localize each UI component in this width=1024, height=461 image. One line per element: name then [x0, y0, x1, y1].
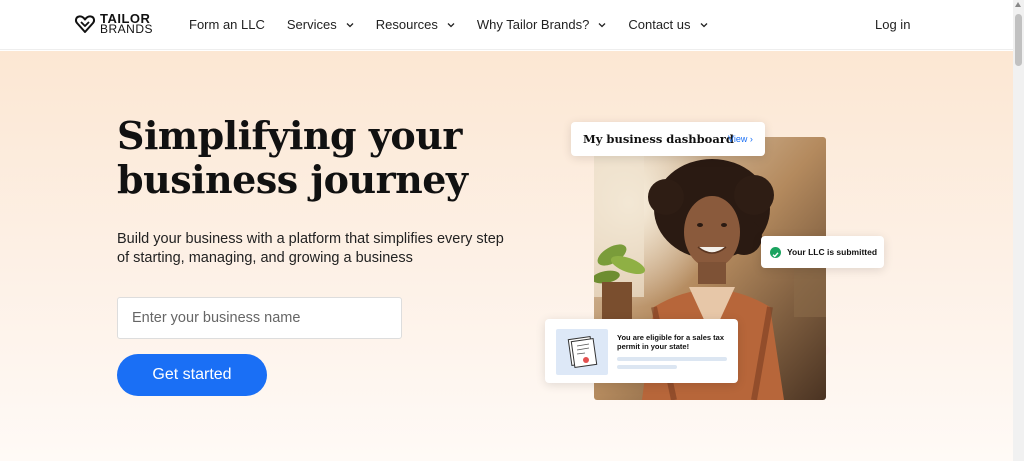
permit-text: You are eligible for a sales tax permit …	[617, 333, 724, 351]
permit-card: You are eligible for a sales tax permit …	[545, 319, 738, 383]
nav-item-label: Resources	[375, 17, 438, 32]
hero-subtitle: Build your business with a platform that…	[117, 231, 504, 266]
page-scrollbar[interactable]	[1013, 0, 1024, 461]
scrollbar-thumb[interactable]	[1015, 14, 1022, 66]
chevron-down-icon	[700, 22, 707, 27]
chevron-down-icon	[447, 22, 455, 27]
nav-item-label: Form an LLC	[189, 17, 265, 32]
hero-headline: Simplifying your business journey	[117, 113, 468, 202]
nav-item-services[interactable]: Services	[287, 17, 354, 32]
chevron-down-icon	[346, 22, 354, 27]
nav-item-label: Services	[286, 17, 337, 32]
nav-item-contact-us[interactable]: Contact us	[628, 17, 707, 32]
certificate-icon	[556, 329, 608, 375]
dashboard-title: My business dashboard	[583, 132, 734, 146]
chevron-down-icon	[598, 22, 606, 27]
dashboard-card: My business dashboard View ›	[571, 122, 765, 156]
view-link-label: View	[728, 134, 748, 144]
get-started-button[interactable]: Get started	[117, 354, 267, 396]
main-nav: Form an LLC Services Resources Why Tailo…	[189, 17, 730, 32]
nav-item-resources[interactable]: Resources	[376, 17, 455, 32]
hero-section: Simplifying your business journey Build …	[0, 51, 1013, 461]
tailor-brands-logo[interactable]: TAILOR BRANDS	[74, 12, 154, 36]
llc-status-card: Your LLC is submitted	[761, 236, 884, 268]
nav-item-form-llc[interactable]: Form an LLC	[189, 17, 265, 32]
business-name-input[interactable]	[117, 297, 402, 339]
check-circle-icon	[770, 247, 781, 258]
chevron-right-icon: ›	[749, 134, 753, 144]
logo-line-2: BRANDS	[100, 22, 154, 36]
site-header: TAILOR BRANDS Form an LLC Services Resou…	[0, 0, 1013, 50]
placeholder-line	[617, 357, 727, 361]
logo-wordmark: TAILOR BRANDS	[100, 12, 154, 36]
login-link[interactable]: Log in	[875, 17, 910, 32]
llc-status-text: Your LLC is submitted	[787, 247, 878, 257]
nav-item-why-tailor-brands[interactable]: Why Tailor Brands?	[477, 17, 606, 32]
dashboard-view-link[interactable]: View ›	[728, 134, 753, 144]
nav-item-label: Contact us	[628, 17, 691, 32]
placeholder-line	[617, 365, 677, 369]
nav-item-label: Why Tailor Brands?	[476, 17, 590, 32]
heart-logo-icon	[74, 15, 96, 33]
scroll-up-arrow-icon[interactable]	[1015, 2, 1021, 7]
